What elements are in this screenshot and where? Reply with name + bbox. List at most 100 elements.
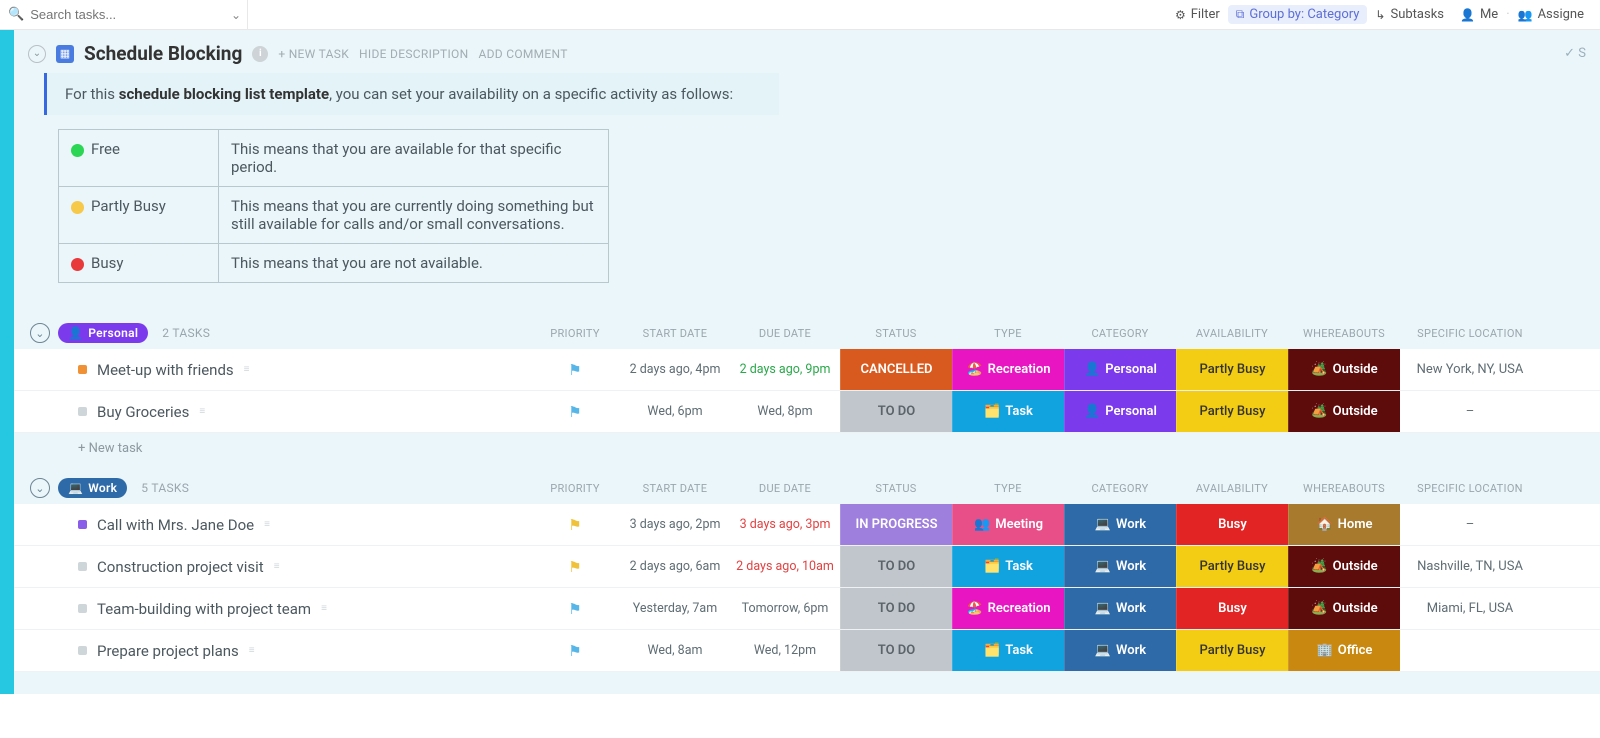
availability-tag[interactable]: Partly Busy: [1176, 391, 1288, 432]
status-square-icon[interactable]: [78, 407, 87, 416]
task-name[interactable]: Buy Groceries: [97, 403, 189, 421]
col-type[interactable]: TYPE: [952, 482, 1064, 495]
assignee-button[interactable]: 👥 Assigne: [1510, 5, 1592, 24]
start-date[interactable]: 2 days ago, 4pm: [620, 349, 730, 390]
chevron-down-icon[interactable]: ⌄: [231, 8, 241, 22]
col-start[interactable]: START DATE: [620, 327, 730, 340]
col-start[interactable]: START DATE: [620, 482, 730, 495]
category-tag[interactable]: 👤 Personal: [1064, 349, 1176, 390]
col-priority[interactable]: PRIORITY: [530, 482, 620, 495]
category-tag[interactable]: 💻 Work: [1064, 546, 1176, 587]
location-cell[interactable]: New York, NY, USA: [1400, 349, 1540, 390]
group-by-button[interactable]: ⧉ Group by: Category: [1228, 5, 1368, 24]
grip-icon[interactable]: ≡: [274, 561, 280, 572]
location-cell[interactable]: [1400, 630, 1540, 671]
status-tag[interactable]: TO DO: [840, 588, 952, 629]
whereabouts-tag[interactable]: 🏕️ Outside: [1288, 391, 1400, 432]
col-whereabouts[interactable]: WHEREABOUTS: [1288, 482, 1400, 495]
type-tag[interactable]: 🏖️ Recreation: [952, 349, 1064, 390]
col-due[interactable]: DUE DATE: [730, 482, 840, 495]
location-cell[interactable]: Nashville, TN, USA: [1400, 546, 1540, 587]
col-status[interactable]: STATUS: [840, 327, 952, 340]
whereabouts-tag[interactable]: 🏕️ Outside: [1288, 546, 1400, 587]
group-collapse-toggle[interactable]: ⌄: [30, 323, 50, 343]
col-priority[interactable]: PRIORITY: [530, 327, 620, 340]
due-date[interactable]: 3 days ago, 3pm: [730, 504, 840, 545]
col-location[interactable]: SPECIFIC LOCATION: [1400, 327, 1540, 340]
status-tag[interactable]: TO DO: [840, 546, 952, 587]
category-tag[interactable]: 💻 Work: [1064, 504, 1176, 545]
task-name[interactable]: Call with Mrs. Jane Doe: [97, 516, 254, 534]
task-row[interactable]: Buy Groceries ≡ ⚑ Wed, 6pm Wed, 8pm TO D…: [14, 391, 1600, 433]
me-button[interactable]: 👤 Me: [1452, 5, 1506, 24]
start-date[interactable]: Wed, 6pm: [620, 391, 730, 432]
check-s[interactable]: ✓ S: [1564, 46, 1586, 61]
filter-button[interactable]: ⚙ Filter: [1167, 5, 1228, 24]
type-tag[interactable]: 🗂️ Task: [952, 630, 1064, 671]
due-date[interactable]: Wed, 8pm: [730, 391, 840, 432]
search-input[interactable]: [30, 7, 225, 22]
priority-cell[interactable]: ⚑: [530, 546, 620, 587]
grip-icon[interactable]: ≡: [244, 364, 250, 375]
col-type[interactable]: TYPE: [952, 327, 1064, 340]
new-task-button[interactable]: + NEW TASK: [278, 47, 349, 61]
grip-icon[interactable]: ≡: [264, 519, 270, 530]
availability-tag[interactable]: Partly Busy: [1176, 349, 1288, 390]
availability-tag[interactable]: Partly Busy: [1176, 546, 1288, 587]
status-square-icon[interactable]: [78, 562, 87, 571]
due-date[interactable]: Wed, 12pm: [730, 630, 840, 671]
priority-cell[interactable]: ⚑: [530, 349, 620, 390]
category-tag[interactable]: 💻 Work: [1064, 588, 1176, 629]
start-date[interactable]: 3 days ago, 2pm: [620, 504, 730, 545]
status-tag[interactable]: IN PROGRESS: [840, 504, 952, 545]
task-row[interactable]: Prepare project plans ≡ ⚑ Wed, 8am Wed, …: [14, 630, 1600, 672]
task-row[interactable]: Construction project visit ≡ ⚑ 2 days ag…: [14, 546, 1600, 588]
col-category[interactable]: CATEGORY: [1064, 482, 1176, 495]
task-row[interactable]: Call with Mrs. Jane Doe ≡ ⚑ 3 days ago, …: [14, 504, 1600, 546]
location-cell[interactable]: –: [1400, 391, 1540, 432]
type-tag[interactable]: 👥 Meeting: [952, 504, 1064, 545]
priority-cell[interactable]: ⚑: [530, 391, 620, 432]
status-square-icon[interactable]: [78, 365, 87, 374]
col-category[interactable]: CATEGORY: [1064, 327, 1176, 340]
group-collapse-toggle[interactable]: ⌄: [30, 478, 50, 498]
grip-icon[interactable]: ≡: [249, 645, 255, 656]
status-tag[interactable]: CANCELLED: [840, 349, 952, 390]
category-tag[interactable]: 👤 Personal: [1064, 391, 1176, 432]
task-name[interactable]: Construction project visit: [97, 558, 264, 576]
task-name[interactable]: Prepare project plans: [97, 642, 239, 660]
status-tag[interactable]: TO DO: [840, 630, 952, 671]
col-location[interactable]: SPECIFIC LOCATION: [1400, 482, 1540, 495]
grip-icon[interactable]: ≡: [199, 406, 205, 417]
status-tag[interactable]: TO DO: [840, 391, 952, 432]
start-date[interactable]: Wed, 8am: [620, 630, 730, 671]
task-row[interactable]: Team-building with project team ≡ ⚑ Yest…: [14, 588, 1600, 630]
col-status[interactable]: STATUS: [840, 482, 952, 495]
type-tag[interactable]: 🏖️ Recreation: [952, 588, 1064, 629]
group-pill[interactable]: 💻 Work: [58, 478, 127, 498]
start-date[interactable]: 2 days ago, 6am: [620, 546, 730, 587]
collapse-toggle[interactable]: ⌄: [28, 45, 46, 63]
status-square-icon[interactable]: [78, 520, 87, 529]
group-pill[interactable]: 👤 Personal: [58, 323, 148, 343]
category-tag[interactable]: 💻 Work: [1064, 630, 1176, 671]
availability-tag[interactable]: Partly Busy: [1176, 630, 1288, 671]
status-square-icon[interactable]: [78, 604, 87, 613]
due-date[interactable]: 2 days ago, 10am: [730, 546, 840, 587]
col-availability[interactable]: AVAILABILITY: [1176, 482, 1288, 495]
priority-cell[interactable]: ⚑: [530, 588, 620, 629]
whereabouts-tag[interactable]: 🏕️ Outside: [1288, 349, 1400, 390]
type-tag[interactable]: 🗂️ Task: [952, 546, 1064, 587]
hide-description-button[interactable]: HIDE DESCRIPTION: [359, 47, 468, 61]
location-cell[interactable]: Miami, FL, USA: [1400, 588, 1540, 629]
whereabouts-tag[interactable]: 🏠 Home: [1288, 504, 1400, 545]
due-date[interactable]: Tomorrow, 6pm: [730, 588, 840, 629]
task-row[interactable]: Meet-up with friends ≡ ⚑ 2 days ago, 4pm…: [14, 349, 1600, 391]
col-availability[interactable]: AVAILABILITY: [1176, 327, 1288, 340]
subtasks-button[interactable]: ↳ Subtasks: [1367, 5, 1452, 24]
info-icon[interactable]: i: [252, 46, 268, 62]
whereabouts-tag[interactable]: 🏕️ Outside: [1288, 588, 1400, 629]
type-tag[interactable]: 🗂️ Task: [952, 391, 1064, 432]
col-whereabouts[interactable]: WHEREABOUTS: [1288, 327, 1400, 340]
availability-tag[interactable]: Busy: [1176, 588, 1288, 629]
